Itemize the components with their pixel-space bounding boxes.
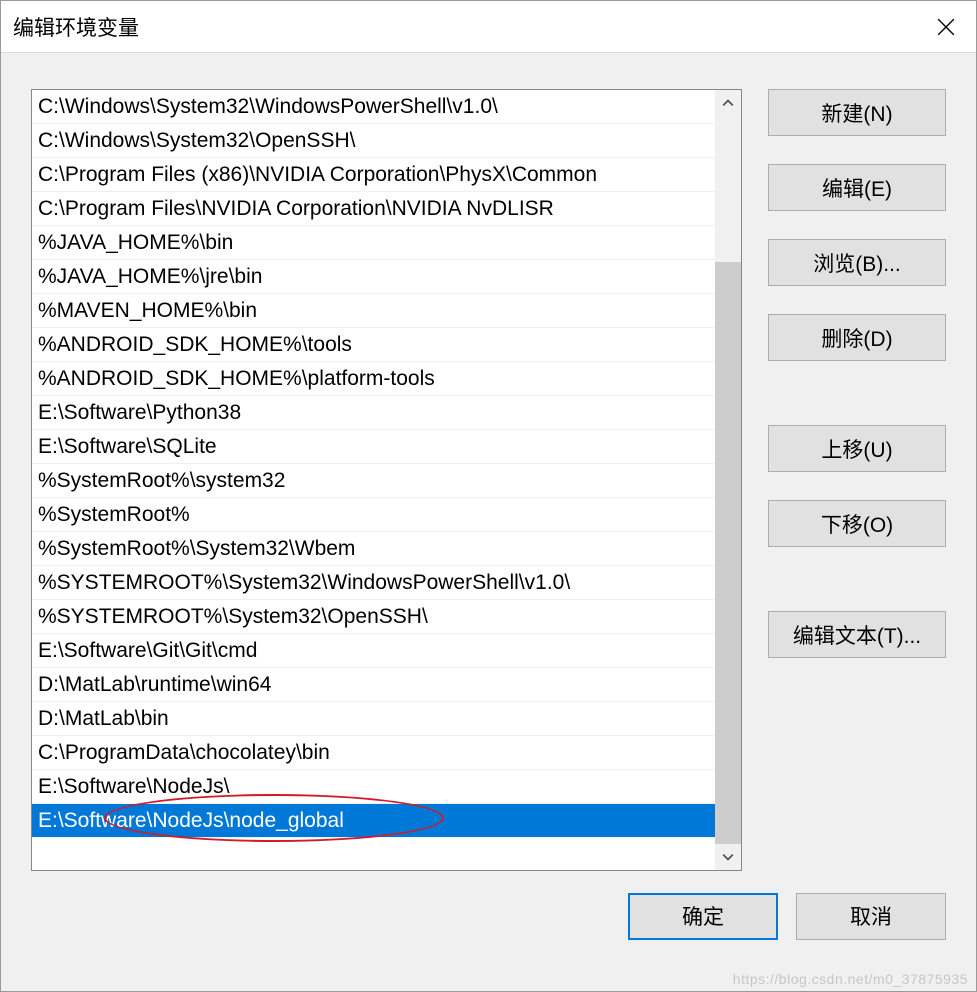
edit-button[interactable]: 编辑(E) bbox=[768, 164, 946, 211]
path-list-container: C:\Windows\System32\WindowsPowerShell\v1… bbox=[31, 89, 742, 871]
list-item[interactable]: C:\Program Files\NVIDIA Corporation\NVID… bbox=[32, 192, 715, 226]
list-item[interactable]: C:\Windows\System32\WindowsPowerShell\v1… bbox=[32, 90, 715, 124]
scroll-thumb[interactable] bbox=[715, 262, 741, 844]
list-item[interactable]: %SystemRoot%\system32 bbox=[32, 464, 715, 498]
chevron-up-icon bbox=[722, 97, 734, 109]
move-up-button[interactable]: 上移(U) bbox=[768, 425, 946, 472]
close-button[interactable] bbox=[916, 1, 976, 53]
scrollbar[interactable] bbox=[715, 90, 741, 870]
list-item[interactable]: E:\Software\SQLite bbox=[32, 430, 715, 464]
list-item[interactable]: %JAVA_HOME%\bin bbox=[32, 226, 715, 260]
chevron-down-icon bbox=[722, 851, 734, 863]
list-item[interactable]: C:\ProgramData\chocolatey\bin bbox=[32, 736, 715, 770]
list-item[interactable]: C:\Program Files (x86)\NVIDIA Corporatio… bbox=[32, 158, 715, 192]
scroll-up-button[interactable] bbox=[715, 90, 741, 116]
scroll-down-button[interactable] bbox=[715, 844, 741, 870]
list-item[interactable]: D:\MatLab\runtime\win64 bbox=[32, 668, 715, 702]
titlebar: 编辑环境变量 bbox=[1, 1, 976, 53]
list-item[interactable]: %SystemRoot%\System32\Wbem bbox=[32, 532, 715, 566]
move-down-button[interactable]: 下移(O) bbox=[768, 500, 946, 547]
delete-button[interactable]: 删除(D) bbox=[768, 314, 946, 361]
list-item[interactable]: %SYSTEMROOT%\System32\WindowsPowerShell\… bbox=[32, 566, 715, 600]
main-row: C:\Windows\System32\WindowsPowerShell\v1… bbox=[31, 89, 946, 871]
list-item[interactable]: E:\Software\NodeJs\node_global bbox=[32, 804, 715, 838]
side-buttons: 新建(N) 编辑(E) 浏览(B)... 删除(D) 上移(U) 下移(O) 编… bbox=[768, 89, 946, 871]
path-listbox[interactable]: C:\Windows\System32\WindowsPowerShell\v1… bbox=[31, 89, 742, 871]
list-item[interactable]: C:\Windows\System32\OpenSSH\ bbox=[32, 124, 715, 158]
list-item[interactable]: %SYSTEMROOT%\System32\OpenSSH\ bbox=[32, 600, 715, 634]
window-title: 编辑环境变量 bbox=[13, 12, 139, 42]
list-item[interactable]: %JAVA_HOME%\jre\bin bbox=[32, 260, 715, 294]
list-viewport: C:\Windows\System32\WindowsPowerShell\v1… bbox=[32, 90, 715, 870]
cancel-button[interactable]: 取消 bbox=[796, 893, 946, 940]
ok-button[interactable]: 确定 bbox=[628, 893, 778, 940]
list-item[interactable]: D:\MatLab\bin bbox=[32, 702, 715, 736]
footer: 确定 取消 bbox=[31, 871, 946, 961]
close-icon bbox=[937, 18, 955, 36]
scroll-track[interactable] bbox=[715, 116, 741, 844]
list-item[interactable]: E:\Software\Git\Git\cmd bbox=[32, 634, 715, 668]
list-item[interactable]: %SystemRoot% bbox=[32, 498, 715, 532]
list-item[interactable]: %MAVEN_HOME%\bin bbox=[32, 294, 715, 328]
dialog-window: 编辑环境变量 C:\Windows\System32\WindowsPowerS… bbox=[0, 0, 977, 992]
list-item[interactable]: %ANDROID_SDK_HOME%\tools bbox=[32, 328, 715, 362]
new-button[interactable]: 新建(N) bbox=[768, 89, 946, 136]
list-item[interactable]: E:\Software\Python38 bbox=[32, 396, 715, 430]
client-area: C:\Windows\System32\WindowsPowerShell\v1… bbox=[1, 53, 976, 991]
list-item[interactable]: E:\Software\NodeJs\ bbox=[32, 770, 715, 804]
edit-text-button[interactable]: 编辑文本(T)... bbox=[768, 611, 946, 658]
list-item[interactable]: %ANDROID_SDK_HOME%\platform-tools bbox=[32, 362, 715, 396]
browse-button[interactable]: 浏览(B)... bbox=[768, 239, 946, 286]
